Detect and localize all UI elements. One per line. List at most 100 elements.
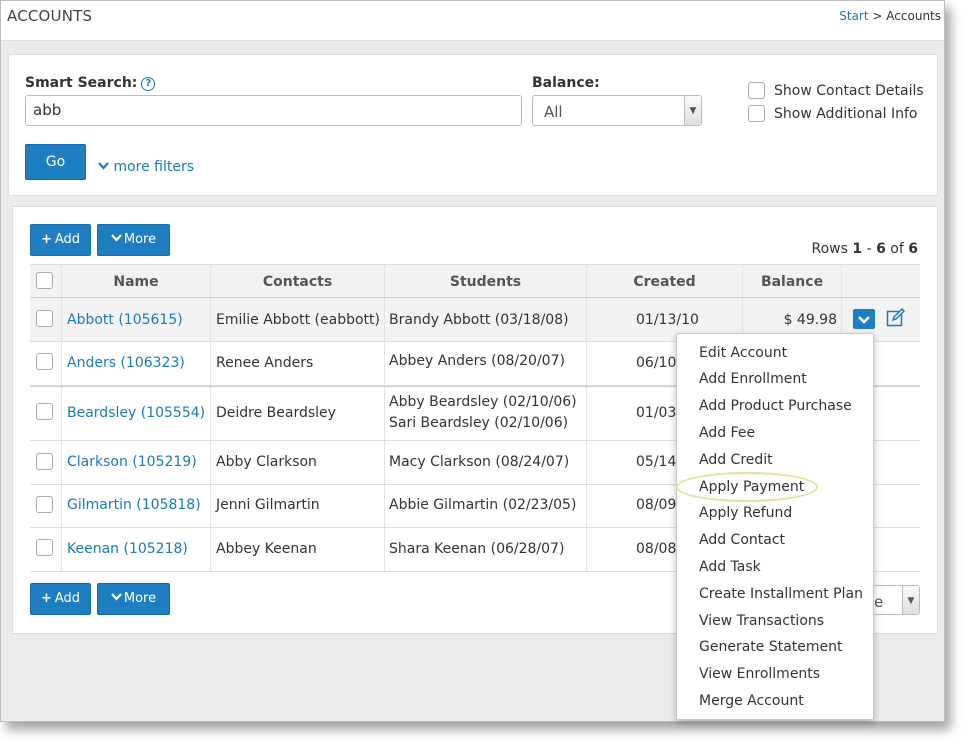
more-filters-label: more filters [113,159,195,175]
show-contact-details-label[interactable]: Show Contact Details [774,83,924,99]
menu-item-add-enrollment[interactable]: Add Enrollment [699,371,807,387]
contact-cell: Jenni Gilmartin [210,485,384,527]
row-checkbox[interactable] [36,310,53,327]
column-header-balance[interactable]: Balance [742,265,841,297]
row-checkbox-cell [30,387,61,440]
edit-icon[interactable] [886,307,906,327]
chevron-down-icon [111,593,122,601]
show-additional-info-label[interactable]: Show Additional Info [774,106,917,122]
account-name-link[interactable]: Keenan (105218) [67,541,188,557]
contact-cell: Deidre Beardsley [210,387,384,440]
add-button-top[interactable]: + Add [30,224,91,256]
students-cell: Macy Clarkson (08/24/07) [384,441,586,484]
student-name: Abbie Gilmartin (02/23/05) [389,497,577,513]
column-header-created[interactable]: Created [586,265,742,297]
help-icon[interactable]: ? [141,77,156,91]
name-cell: Beardsley (105554) [61,387,210,440]
account-name-link[interactable]: Clarkson (105219) [67,454,197,470]
column-header-students[interactable]: Students [384,265,586,297]
menu-item-view-enrollments[interactable]: View Enrollments [699,666,820,682]
breadcrumb-current: Accounts [886,9,941,23]
contact-name: Emilie Abbott (eabbott) [216,312,380,328]
row-checkbox[interactable] [36,496,53,513]
menu-item-view-transactions[interactable]: View Transactions [699,613,824,629]
more-label: More [123,591,157,606]
contact-name: Renee Anders [216,355,314,371]
column-header-name[interactable]: Name [61,265,210,297]
top-bar: ACCOUNTS Start > Accounts [1,1,944,41]
column-header-contacts[interactable]: Contacts [210,265,384,297]
chevron-down-icon: ▼ [902,586,919,614]
menu-item-merge-account[interactable]: Merge Account [699,693,804,709]
account-name-link[interactable]: Abbott (105615) [67,312,183,328]
created-date: 08/09/ [636,497,682,513]
more-button-top[interactable]: More [97,224,170,256]
students-cell: Shara Keenan (06/28/07) [384,528,586,571]
contact-name: Deidre Beardsley [216,405,336,421]
add-label: Add [54,591,81,606]
row-checkbox-cell [30,298,61,341]
created-date: 01/13/10 [636,312,699,328]
row-checkbox-cell [30,528,61,571]
account-name-link[interactable]: Gilmartin (105818) [67,497,201,513]
student-name: Macy Clarkson (08/24/07) [389,454,570,470]
breadcrumb-separator: > [872,9,883,23]
more-label: More [123,232,157,247]
more-button-bottom[interactable]: More [97,583,170,615]
column-header-actions [841,265,920,297]
plus-icon: + [40,591,52,606]
more-filters-link[interactable]: more filters [98,159,194,175]
contact-cell: Abbey Keenan [210,528,384,571]
menu-item-apply-refund[interactable]: Apply Refund [699,505,792,521]
select-all-checkbox[interactable] [36,272,53,289]
add-label: Add [54,232,81,247]
name-cell: Clarkson (105219) [61,441,210,484]
app-window: ACCOUNTS Start > Accounts Smart Search:?… [0,0,945,722]
balance-select[interactable]: All ▼ [532,95,702,126]
rows-prefix: Rows [811,241,848,257]
contact-name: Abbey Keenan [216,541,317,557]
menu-item-create-installment-plan[interactable]: Create Installment Plan [699,586,863,602]
row-checkbox[interactable] [36,539,53,556]
breadcrumb-start-link[interactable]: Start [839,9,868,23]
name-cell: Abbott (105615) [61,298,210,341]
rows-total: 6 [908,241,918,257]
students-cell: Abbie Gilmartin (02/23/05) [384,485,586,527]
row-checkbox[interactable] [36,403,53,420]
row-checkbox[interactable] [36,453,53,470]
show-additional-info-checkbox[interactable] [748,105,765,122]
contact-cell: Abby Clarkson [210,441,384,484]
highlight-ring-annotation [676,472,818,502]
menu-item-add-product-purchase[interactable]: Add Product Purchase [699,398,852,414]
account-actions-menu: Edit Account Add Enrollment Add Product … [676,333,874,720]
menu-item-add-credit[interactable]: Add Credit [699,452,773,468]
name-cell: Gilmartin (105818) [61,485,210,527]
chevron-down-icon [111,234,122,242]
contact-name: Abby Clarkson [216,454,317,470]
row-checkbox[interactable] [36,353,53,370]
menu-item-edit-account[interactable]: Edit Account [699,345,787,361]
rows-count: Rows 1 - 6 of 6 [812,241,919,257]
page-size-value: e [874,593,884,611]
rows-to: 6 [876,241,886,257]
select-all-cell [30,265,61,297]
account-name-link[interactable]: Anders (106323) [67,355,185,371]
go-button[interactable]: Go [25,144,86,180]
row-checkbox-cell [30,485,61,527]
row-actions-dropdown-button[interactable] [853,309,875,329]
menu-item-add-contact[interactable]: Add Contact [699,532,785,548]
students-cell: Brandy Abbott (03/18/08) [384,298,586,341]
smart-search-label: Smart Search:? [25,75,156,91]
menu-item-add-task[interactable]: Add Task [699,559,761,575]
menu-item-add-fee[interactable]: Add Fee [699,425,755,441]
rows-from: 1 [852,241,863,257]
menu-item-generate-statement[interactable]: Generate Statement [699,639,843,655]
add-button-bottom[interactable]: + Add [30,583,91,615]
rows-of: of [890,241,904,257]
rows-dash: - [866,241,872,257]
row-checkbox-cell [30,441,61,484]
show-contact-details-checkbox[interactable] [748,82,765,99]
smart-search-input[interactable]: abb [25,95,522,126]
balance-amount: $ 49.98 [783,312,837,328]
account-name-link[interactable]: Beardsley (105554) [67,405,205,421]
